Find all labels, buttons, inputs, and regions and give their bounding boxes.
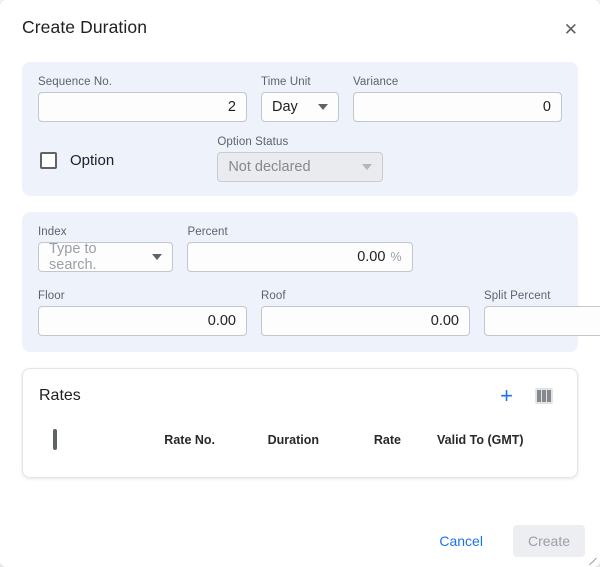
floor-label: Floor bbox=[38, 290, 247, 302]
percent-suffix: % bbox=[390, 250, 401, 264]
index-field: Index Type to search. bbox=[38, 226, 173, 272]
split-percent-label: Split Percent bbox=[484, 290, 600, 302]
option-status-label: Option Status bbox=[217, 136, 382, 148]
time-unit-field: Time Unit Day bbox=[261, 76, 339, 122]
floor-input[interactable] bbox=[49, 313, 236, 329]
variance-input[interactable] bbox=[364, 99, 551, 115]
roof-field: Roof bbox=[261, 290, 470, 336]
column-header-duration: Duration bbox=[215, 433, 319, 447]
chevron-down-icon bbox=[318, 104, 328, 110]
column-header-valid-to: Valid To (GMT) bbox=[401, 433, 561, 447]
dialog-footer: Cancel Create bbox=[431, 525, 585, 557]
column-settings-button[interactable] bbox=[533, 386, 555, 406]
columns-icon bbox=[535, 388, 553, 404]
sequence-no-field: Sequence No. bbox=[38, 76, 247, 122]
option-status-select: Not declared bbox=[217, 152, 382, 182]
option-status-field: Option Status Not declared bbox=[217, 136, 382, 184]
cancel-button[interactable]: Cancel bbox=[431, 527, 491, 555]
rates-title: Rates bbox=[39, 387, 81, 405]
floor-field: Floor bbox=[38, 290, 247, 336]
sequence-no-label: Sequence No. bbox=[38, 76, 247, 88]
split-percent-field: Split Percent % bbox=[484, 290, 600, 336]
chevron-down-icon bbox=[362, 164, 372, 170]
index-search-select[interactable]: Type to search. bbox=[38, 242, 173, 272]
add-rate-button[interactable]: + bbox=[498, 385, 515, 407]
select-all-checkbox[interactable] bbox=[53, 429, 57, 450]
dialog-header: Create Duration ✕ bbox=[0, 0, 600, 42]
roof-label: Roof bbox=[261, 290, 470, 302]
close-button[interactable]: ✕ bbox=[558, 17, 584, 42]
percent-field: Percent % bbox=[187, 226, 412, 272]
sequence-no-input[interactable] bbox=[49, 99, 236, 115]
time-unit-label: Time Unit bbox=[261, 76, 339, 88]
resize-grip[interactable] bbox=[589, 556, 599, 566]
index-label: Index bbox=[38, 226, 173, 238]
page-title: Create Duration bbox=[22, 17, 147, 38]
option-label: Option bbox=[70, 152, 114, 169]
percent-label: Percent bbox=[187, 226, 412, 238]
column-header-rate-no: Rate No. bbox=[79, 433, 215, 447]
chevron-down-icon bbox=[152, 254, 162, 260]
section-index: Index Type to search. Percent % Floor bbox=[22, 212, 578, 352]
option-status-value: Not declared bbox=[228, 159, 310, 175]
rates-card: Rates + Rate No. Dura bbox=[22, 368, 578, 478]
rates-table-header: Rate No. Duration Rate Valid To (GMT) bbox=[39, 431, 561, 461]
column-header-rate: Rate bbox=[319, 433, 401, 447]
split-percent-input[interactable] bbox=[495, 313, 600, 329]
create-duration-dialog: Create Duration ✕ Sequence No. Time Unit… bbox=[0, 0, 600, 567]
option-checkbox-row[interactable]: Option bbox=[38, 136, 203, 184]
time-unit-select[interactable]: Day bbox=[261, 92, 339, 122]
variance-label: Variance bbox=[353, 76, 562, 88]
roof-input[interactable] bbox=[272, 313, 459, 329]
plus-icon: + bbox=[500, 383, 513, 408]
variance-field: Variance bbox=[353, 76, 562, 122]
option-checkbox[interactable] bbox=[40, 152, 57, 169]
time-unit-value: Day bbox=[272, 99, 298, 115]
create-button[interactable]: Create bbox=[513, 525, 585, 557]
section-basic: Sequence No. Time Unit Day Variance bbox=[22, 62, 578, 196]
index-placeholder: Type to search. bbox=[49, 241, 144, 273]
close-icon: ✕ bbox=[564, 20, 578, 39]
percent-input[interactable] bbox=[198, 249, 385, 265]
